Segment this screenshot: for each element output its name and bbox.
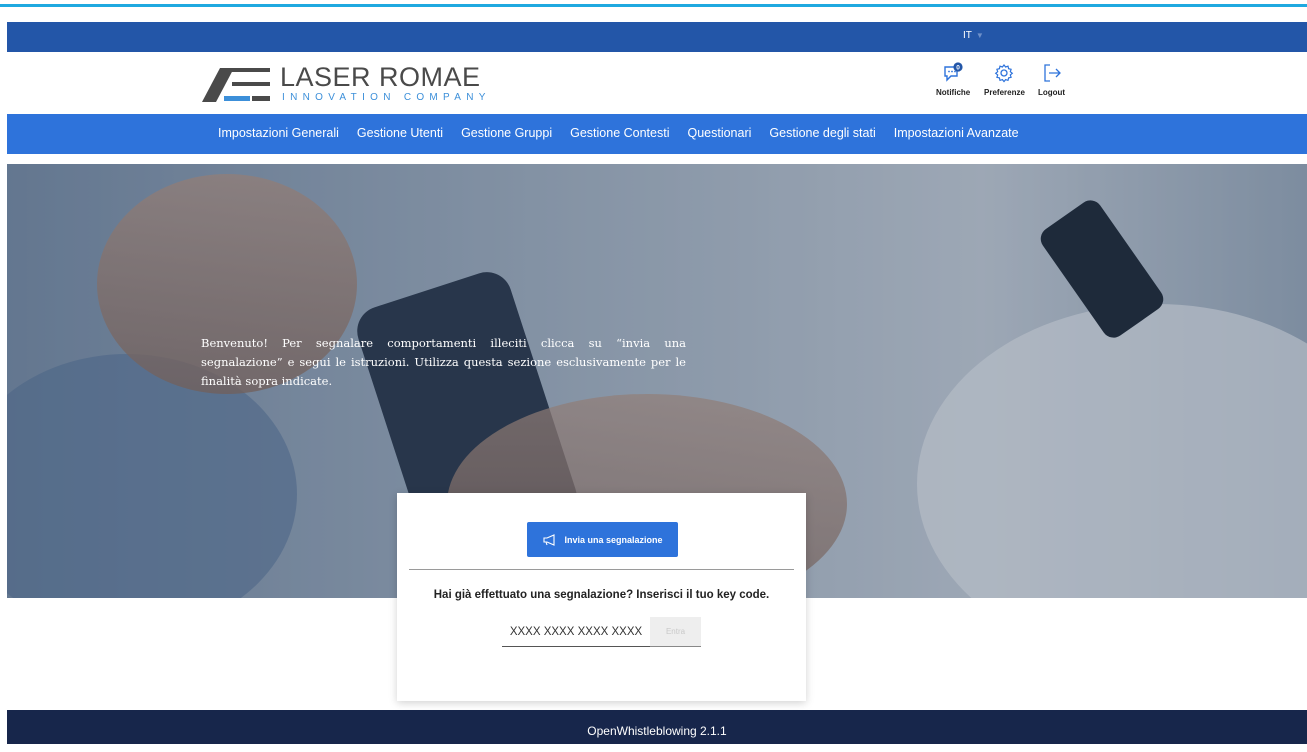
preferences-button[interactable]: Preferenze [984, 62, 1025, 97]
preferences-label: Preferenze [984, 88, 1025, 97]
chat-bubble-icon: 0 [944, 62, 963, 82]
logout-label: Logout [1038, 88, 1066, 97]
nav-item-impostazioni-avanzate[interactable]: Impostazioni Avanzate [894, 126, 1019, 140]
footer: OpenWhistleblowing 2.1.1 [7, 710, 1307, 744]
megaphone-icon [543, 533, 556, 546]
notifications-button[interactable]: 0 Notifiche [936, 62, 970, 97]
send-report-button[interactable]: Invia una segnalazione [527, 522, 678, 557]
accent-line [0, 4, 1307, 7]
keycode-question: Hai già effettuato una segnalazione? Ins… [433, 589, 770, 601]
language-label: IT [963, 30, 972, 41]
enter-button[interactable]: Entra [650, 617, 701, 647]
nav-item-questionari[interactable]: Questionari [687, 126, 751, 140]
send-report-label: Invia una segnalazione [564, 534, 663, 545]
logo-subtitle: INNOVATION COMPANY [282, 92, 491, 103]
hero-welcome-text: Benvenuto! Per segnalare comportamenti i… [201, 336, 686, 388]
card-divider [409, 569, 794, 570]
language-selector[interactable]: IT ▼ [963, 30, 984, 41]
gear-icon [995, 64, 1014, 83]
nav-item-gestione-gruppi[interactable]: Gestione Gruppi [461, 126, 552, 140]
report-card: Invia una segnalazione Hai già effettuat… [397, 493, 806, 701]
nav-item-gestione-stati[interactable]: Gestione degli stati [769, 126, 875, 140]
logo[interactable]: LASER ROMAE INNOVATION COMPANY [202, 60, 492, 106]
nav-item-gestione-contesti[interactable]: Gestione Contesti [570, 126, 669, 140]
top-bar: IT ▼ [7, 22, 1307, 52]
keycode-input[interactable] [502, 617, 650, 647]
nav-item-gestione-utenti[interactable]: Gestione Utenti [357, 126, 443, 140]
notification-badge: 0 [956, 64, 960, 71]
header: LASER ROMAE INNOVATION COMPANY 0 Notific… [7, 52, 1307, 114]
logo-mark-icon [202, 68, 270, 102]
main-nav: Impostazioni Generali Gestione Utenti Ge… [7, 114, 1307, 154]
page: IT ▼ LASER ROMAE INNOVATION COMPANY 0 Not… [7, 22, 1307, 744]
logout-arrow-icon [1043, 64, 1061, 82]
logo-title: LASER ROMAE [280, 62, 481, 92]
logout-button[interactable]: Logout [1038, 62, 1065, 97]
footer-version-text: OpenWhistleblowing 2.1.1 [587, 724, 727, 738]
nav-item-impostazioni-generali[interactable]: Impostazioni Generali [218, 126, 339, 140]
chevron-down-icon: ▼ [975, 31, 984, 40]
notifications-label: Notifiche [936, 88, 971, 97]
